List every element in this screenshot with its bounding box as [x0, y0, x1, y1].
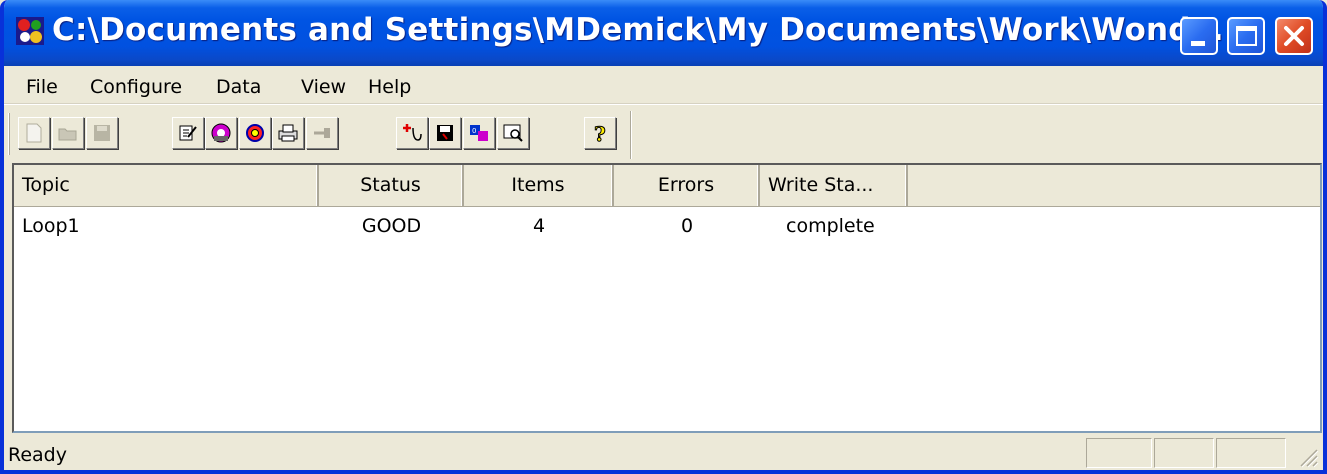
save-data-button[interactable] [429, 117, 461, 149]
svg-text:0: 0 [472, 127, 476, 135]
save-data-icon [437, 125, 453, 141]
edit-configure-button[interactable] [172, 117, 204, 149]
window-title: C:\Documents and Settings\MDemick\My Doc… [52, 12, 1248, 48]
status-panel-3 [1216, 438, 1286, 468]
resize-grip-icon[interactable] [1297, 446, 1319, 468]
open-folder-icon [58, 128, 77, 141]
add-item-icon [403, 124, 422, 141]
cell-topic: Loop1 [22, 215, 80, 237]
app-icon[interactable] [15, 16, 45, 46]
open-button[interactable] [52, 117, 84, 149]
view-monitor-button[interactable] [497, 117, 529, 149]
toolbar: 0 ? [4, 104, 1323, 160]
connect-icon [314, 128, 330, 138]
edit-configure-icon [179, 125, 197, 141]
print-button[interactable] [272, 117, 304, 149]
new-document-icon [26, 123, 42, 143]
column-header-errors[interactable]: Errors [614, 165, 760, 206]
new-button[interactable] [18, 117, 50, 149]
cell-errors: 0 [680, 215, 694, 237]
status-panel-2 [1154, 438, 1214, 468]
cell-items: 4 [532, 215, 546, 237]
print-icon [278, 124, 298, 142]
menu-file[interactable]: File [26, 76, 58, 98]
minimize-button[interactable] [1180, 17, 1218, 55]
toolbar-separator [630, 111, 632, 159]
cell-write-status: complete [786, 215, 875, 237]
minimize-icon [1191, 41, 1205, 46]
menu-help[interactable]: Help [368, 76, 411, 98]
column-header-items[interactable]: Items [464, 165, 614, 206]
column-header-topic[interactable]: Topic [14, 165, 319, 206]
help-question-icon: ? [594, 122, 607, 144]
menu-view[interactable]: View [301, 76, 346, 98]
svg-text:?: ? [594, 122, 606, 144]
status-bar: Ready [4, 436, 1323, 470]
add-item-button[interactable] [396, 117, 428, 149]
maximize-button[interactable] [1227, 17, 1265, 55]
close-button[interactable] [1275, 17, 1313, 55]
menu-configure[interactable]: Configure [90, 76, 182, 98]
menu-bar: File Configure Data View Help [4, 66, 1323, 104]
data-block-button[interactable]: 0 [463, 117, 495, 149]
topic-definition-icon [211, 123, 231, 143]
list-header: Topic Status Items Errors Write Sta... [14, 165, 1320, 207]
status-panel-1 [1086, 438, 1152, 468]
help-button[interactable]: ? [584, 117, 616, 149]
settings-button[interactable] [239, 117, 271, 149]
title-bar[interactable]: C:\Documents and Settings\MDemick\My Doc… [4, 0, 1323, 66]
close-icon [1284, 26, 1304, 46]
toolbar-grip[interactable] [8, 113, 10, 155]
save-disk-icon [94, 125, 110, 141]
cell-status: GOOD [361, 215, 422, 237]
menu-data[interactable]: Data [216, 76, 261, 98]
column-header-status[interactable]: Status [319, 165, 464, 206]
maximize-icon [1236, 26, 1257, 46]
connect-button[interactable] [306, 117, 338, 149]
topic-definition-button[interactable] [205, 117, 237, 149]
column-header-write-status[interactable]: Write Sta... [760, 165, 908, 206]
topic-list[interactable]: Topic Status Items Errors Write Sta... L… [12, 163, 1322, 433]
save-button[interactable] [86, 117, 118, 149]
app-window: C:\Documents and Settings\MDemick\My Doc… [0, 0, 1327, 474]
view-monitor-icon [503, 124, 523, 142]
data-block-icon: 0 [470, 125, 488, 141]
status-text: Ready [8, 444, 67, 466]
settings-gear-icon [246, 124, 264, 142]
